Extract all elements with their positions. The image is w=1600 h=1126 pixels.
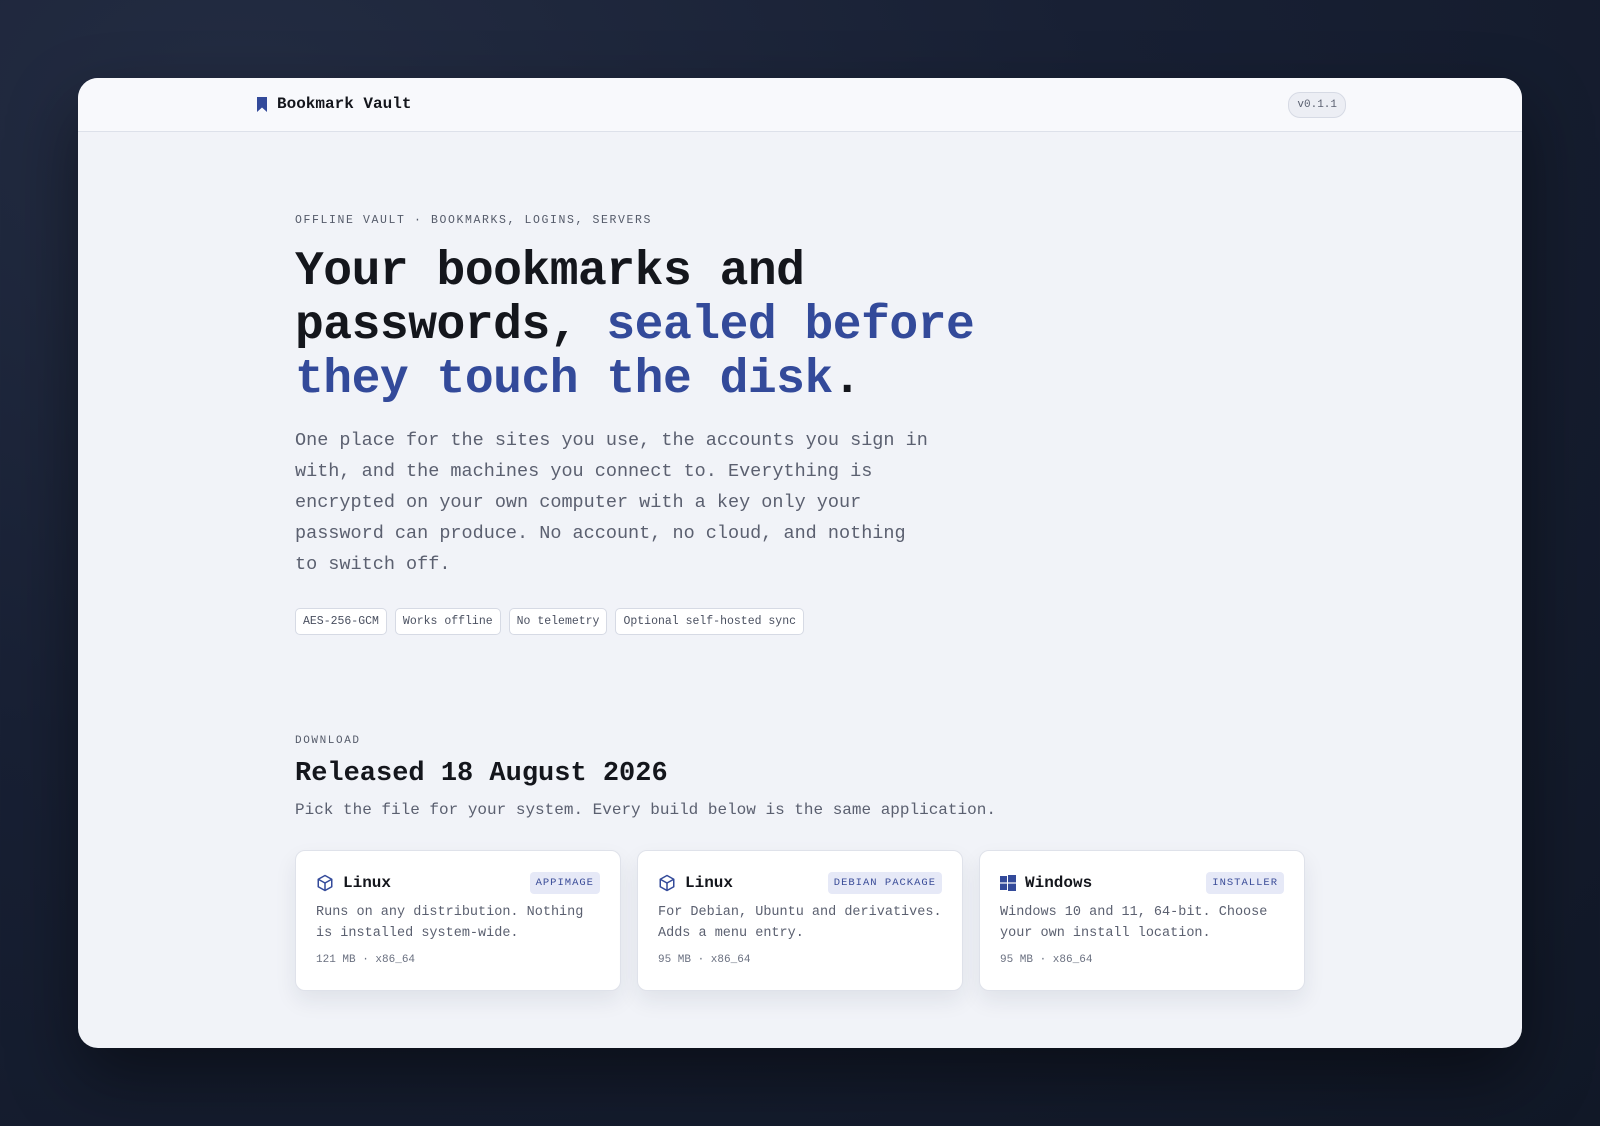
feature-tag: No telemetry xyxy=(508,608,608,635)
hero-eyebrow: OFFLINE VAULT · BOOKMARKS, LOGINS, SERVE… xyxy=(295,214,653,227)
os-name: Windows xyxy=(1025,874,1093,892)
package-icon xyxy=(658,874,676,892)
card-meta: 95 MB · x86_64 xyxy=(658,954,751,966)
card-description: Runs on any distribution. Nothing is ins… xyxy=(316,905,584,941)
card-meta: 95 MB · x86_64 xyxy=(1000,954,1093,966)
os-name: Linux xyxy=(685,874,734,892)
card-description: Windows 10 and 11, 64-bit. Choose your o… xyxy=(1000,905,1268,941)
feature-tag: Works offline xyxy=(394,608,501,635)
download-cards: Linux APPIMAGE Runs on any distribution.… xyxy=(295,850,1305,991)
brand[interactable]: Bookmark Vault xyxy=(256,95,411,113)
version-badge: v0.1.1 xyxy=(1288,92,1346,118)
top-bar: Bookmark Vault v0.1.1 xyxy=(78,78,1522,132)
card-meta: 121 MB · x86_64 xyxy=(316,954,416,966)
format-badge: DEBIAN PACKAGE xyxy=(827,872,942,894)
download-card-linux-deb[interactable]: Linux DEBIAN PACKAGE For Debian, Ubuntu … xyxy=(637,850,963,991)
download-subtitle: Pick the file for your system. Every bui… xyxy=(295,801,996,819)
download-card-windows[interactable]: Windows INSTALLER Windows 10 and 11, 64-… xyxy=(979,850,1305,991)
brand-name: Bookmark Vault xyxy=(277,95,412,113)
format-badge: INSTALLER xyxy=(1206,872,1284,894)
card-description: For Debian, Ubuntu and derivatives. Adds… xyxy=(658,905,942,941)
hero-lead: One place for the sites you use, the acc… xyxy=(295,430,928,575)
download-card-linux-appimage[interactable]: Linux APPIMAGE Runs on any distribution.… xyxy=(295,850,621,991)
hero-title-end: . xyxy=(832,353,862,407)
bookmark-icon xyxy=(256,96,268,112)
download-title: Released 18 August 2026 xyxy=(295,759,668,789)
feature-tags: AES-256-GCM Works offline No telemetry O… xyxy=(295,608,804,635)
feature-tag: AES-256-GCM xyxy=(295,608,387,635)
download-eyebrow: DOWNLOAD xyxy=(295,735,361,747)
app-window: Bookmark Vault v0.1.1 OFFLINE VAULT · BO… xyxy=(78,78,1522,1048)
os-name: Linux xyxy=(343,874,392,892)
package-icon xyxy=(316,874,334,892)
hero-title: Your bookmarks and passwords, sealed bef… xyxy=(295,245,1015,407)
windows-icon xyxy=(1000,875,1016,891)
feature-tag: Optional self-hosted sync xyxy=(615,608,804,635)
format-badge: APPIMAGE xyxy=(529,872,600,894)
